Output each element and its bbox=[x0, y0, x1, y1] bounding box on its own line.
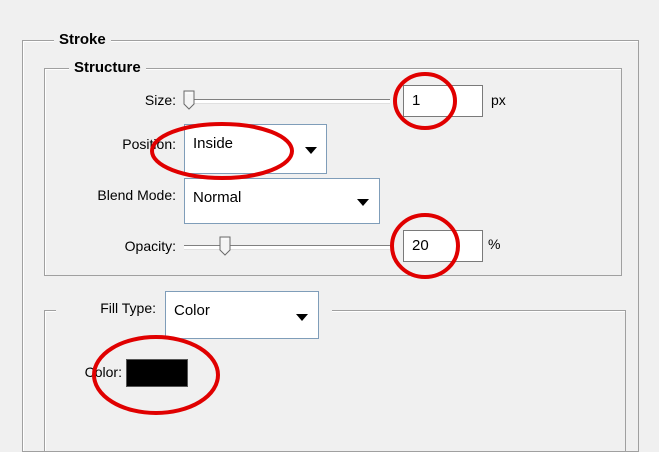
annotation-circle-opacity bbox=[390, 213, 460, 279]
annotation-overlay bbox=[92, 72, 460, 415]
annotation-circle-size bbox=[393, 72, 457, 130]
annotation-circle-position bbox=[150, 122, 294, 180]
annotation-circle-color bbox=[92, 335, 220, 415]
